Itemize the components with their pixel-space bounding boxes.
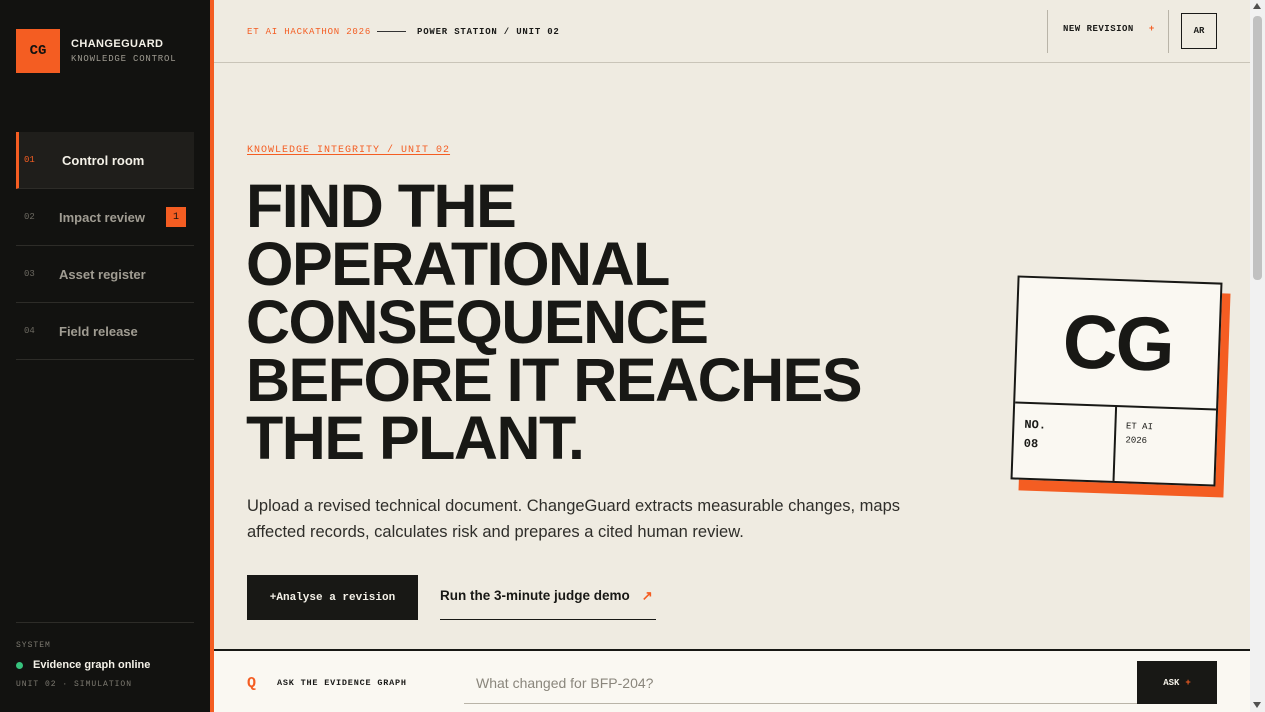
brand[interactable]: CG CHANGEGUARD KNOWLEDGE CONTROL: [16, 29, 176, 73]
scrollbar[interactable]: [1250, 0, 1265, 712]
nav-number: 04: [24, 326, 35, 336]
sidebar-nav: 01 Control room 02 Impact review 1 03 As…: [16, 132, 194, 360]
scroll-thumb[interactable]: [1253, 16, 1262, 280]
top-bar: ET AI HACKATHON 2026 POWER STATION / UNI…: [214, 0, 1250, 63]
brand-logo: CG: [16, 29, 60, 73]
sidebar-item-label: Impact review: [59, 209, 145, 225]
scroll-up-icon[interactable]: [1253, 3, 1261, 9]
card-no-value: 08: [1023, 436, 1039, 452]
new-revision-button[interactable]: NEW REVISION +: [1063, 24, 1155, 34]
scroll-down-icon[interactable]: [1253, 702, 1261, 708]
card-event-line2: 2026: [1125, 435, 1148, 447]
status-dot-icon: [16, 661, 23, 669]
sidebar-item-label: Field release: [59, 323, 138, 339]
brand-name: CHANGEGUARD: [71, 38, 164, 50]
avatar[interactable]: AR: [1181, 13, 1217, 49]
plus-icon: +: [1148, 24, 1155, 34]
nav-number: 03: [24, 269, 35, 279]
card-monogram: CG: [1015, 277, 1221, 411]
page-title: FIND THE OPERATIONAL CONSEQUENCE BEFORE …: [246, 172, 966, 472]
ask-button-label: ASK: [1163, 677, 1180, 688]
headline-line: CONSEQUENCE: [246, 288, 709, 356]
breadcrumb-location: POWER STATION / UNIT 02: [417, 27, 560, 37]
ask-q-icon: Q: [247, 675, 257, 692]
hero-description: Upload a revised technical document. Cha…: [247, 497, 901, 541]
divider: [1168, 10, 1169, 53]
count-badge: 1: [166, 207, 186, 227]
judge-demo-label: Run the 3-minute judge demo: [440, 588, 630, 603]
sidebar-item-impact-review[interactable]: 02 Impact review 1: [16, 189, 194, 246]
headline-line: FIND THE: [246, 172, 517, 240]
system-status-panel: SYSTEM Evidence graph online UNIT 02 · S…: [16, 622, 194, 689]
system-unit: UNIT 02 · SIMULATION: [16, 680, 133, 689]
sidebar-item-control-room[interactable]: 01 Control room: [16, 132, 194, 189]
brand-subtitle: KNOWLEDGE CONTROL: [71, 54, 177, 64]
sidebar: CG CHANGEGUARD KNOWLEDGE CONTROL 01 Cont…: [0, 0, 210, 712]
arrow-up-right-icon: ↗: [641, 588, 653, 603]
status-text: Evidence graph online: [33, 659, 151, 671]
ask-bar: Q ASK THE EVIDENCE GRAPH ASK +: [214, 649, 1250, 712]
breadcrumb-divider: [377, 31, 406, 32]
headline-line: OPERATIONAL: [246, 230, 670, 298]
accent-strip: [210, 0, 214, 712]
sidebar-item-asset-register[interactable]: 03 Asset register: [16, 246, 194, 303]
judge-demo-link[interactable]: Run the 3-minute judge demo ↗: [440, 588, 656, 620]
system-label: SYSTEM: [16, 641, 51, 650]
divider: [1047, 10, 1048, 53]
headline-line: BEFORE IT REACHES: [246, 346, 863, 414]
ask-label: ASK THE EVIDENCE GRAPH: [277, 678, 407, 688]
ask-button[interactable]: ASK +: [1137, 661, 1217, 704]
headline-line: THE PLANT.: [246, 404, 585, 472]
analyse-revision-button[interactable]: +Analyse a revision: [247, 575, 418, 620]
eyebrow: KNOWLEDGE INTEGRITY / UNIT 02: [247, 145, 451, 156]
plus-icon: +: [1185, 677, 1191, 688]
monogram-card: CG NO. 08 ET AI 2026: [1010, 275, 1223, 487]
nav-number: 02: [24, 212, 35, 222]
sidebar-item-field-release[interactable]: 04 Field release: [16, 303, 194, 360]
breadcrumb-event: ET AI HACKATHON 2026: [247, 27, 372, 37]
ask-input[interactable]: [464, 662, 1137, 704]
new-revision-label: NEW REVISION: [1063, 24, 1134, 34]
sidebar-item-label: Asset register: [59, 266, 146, 282]
nav-number: 01: [24, 155, 35, 165]
sidebar-item-label: Control room: [62, 152, 145, 168]
